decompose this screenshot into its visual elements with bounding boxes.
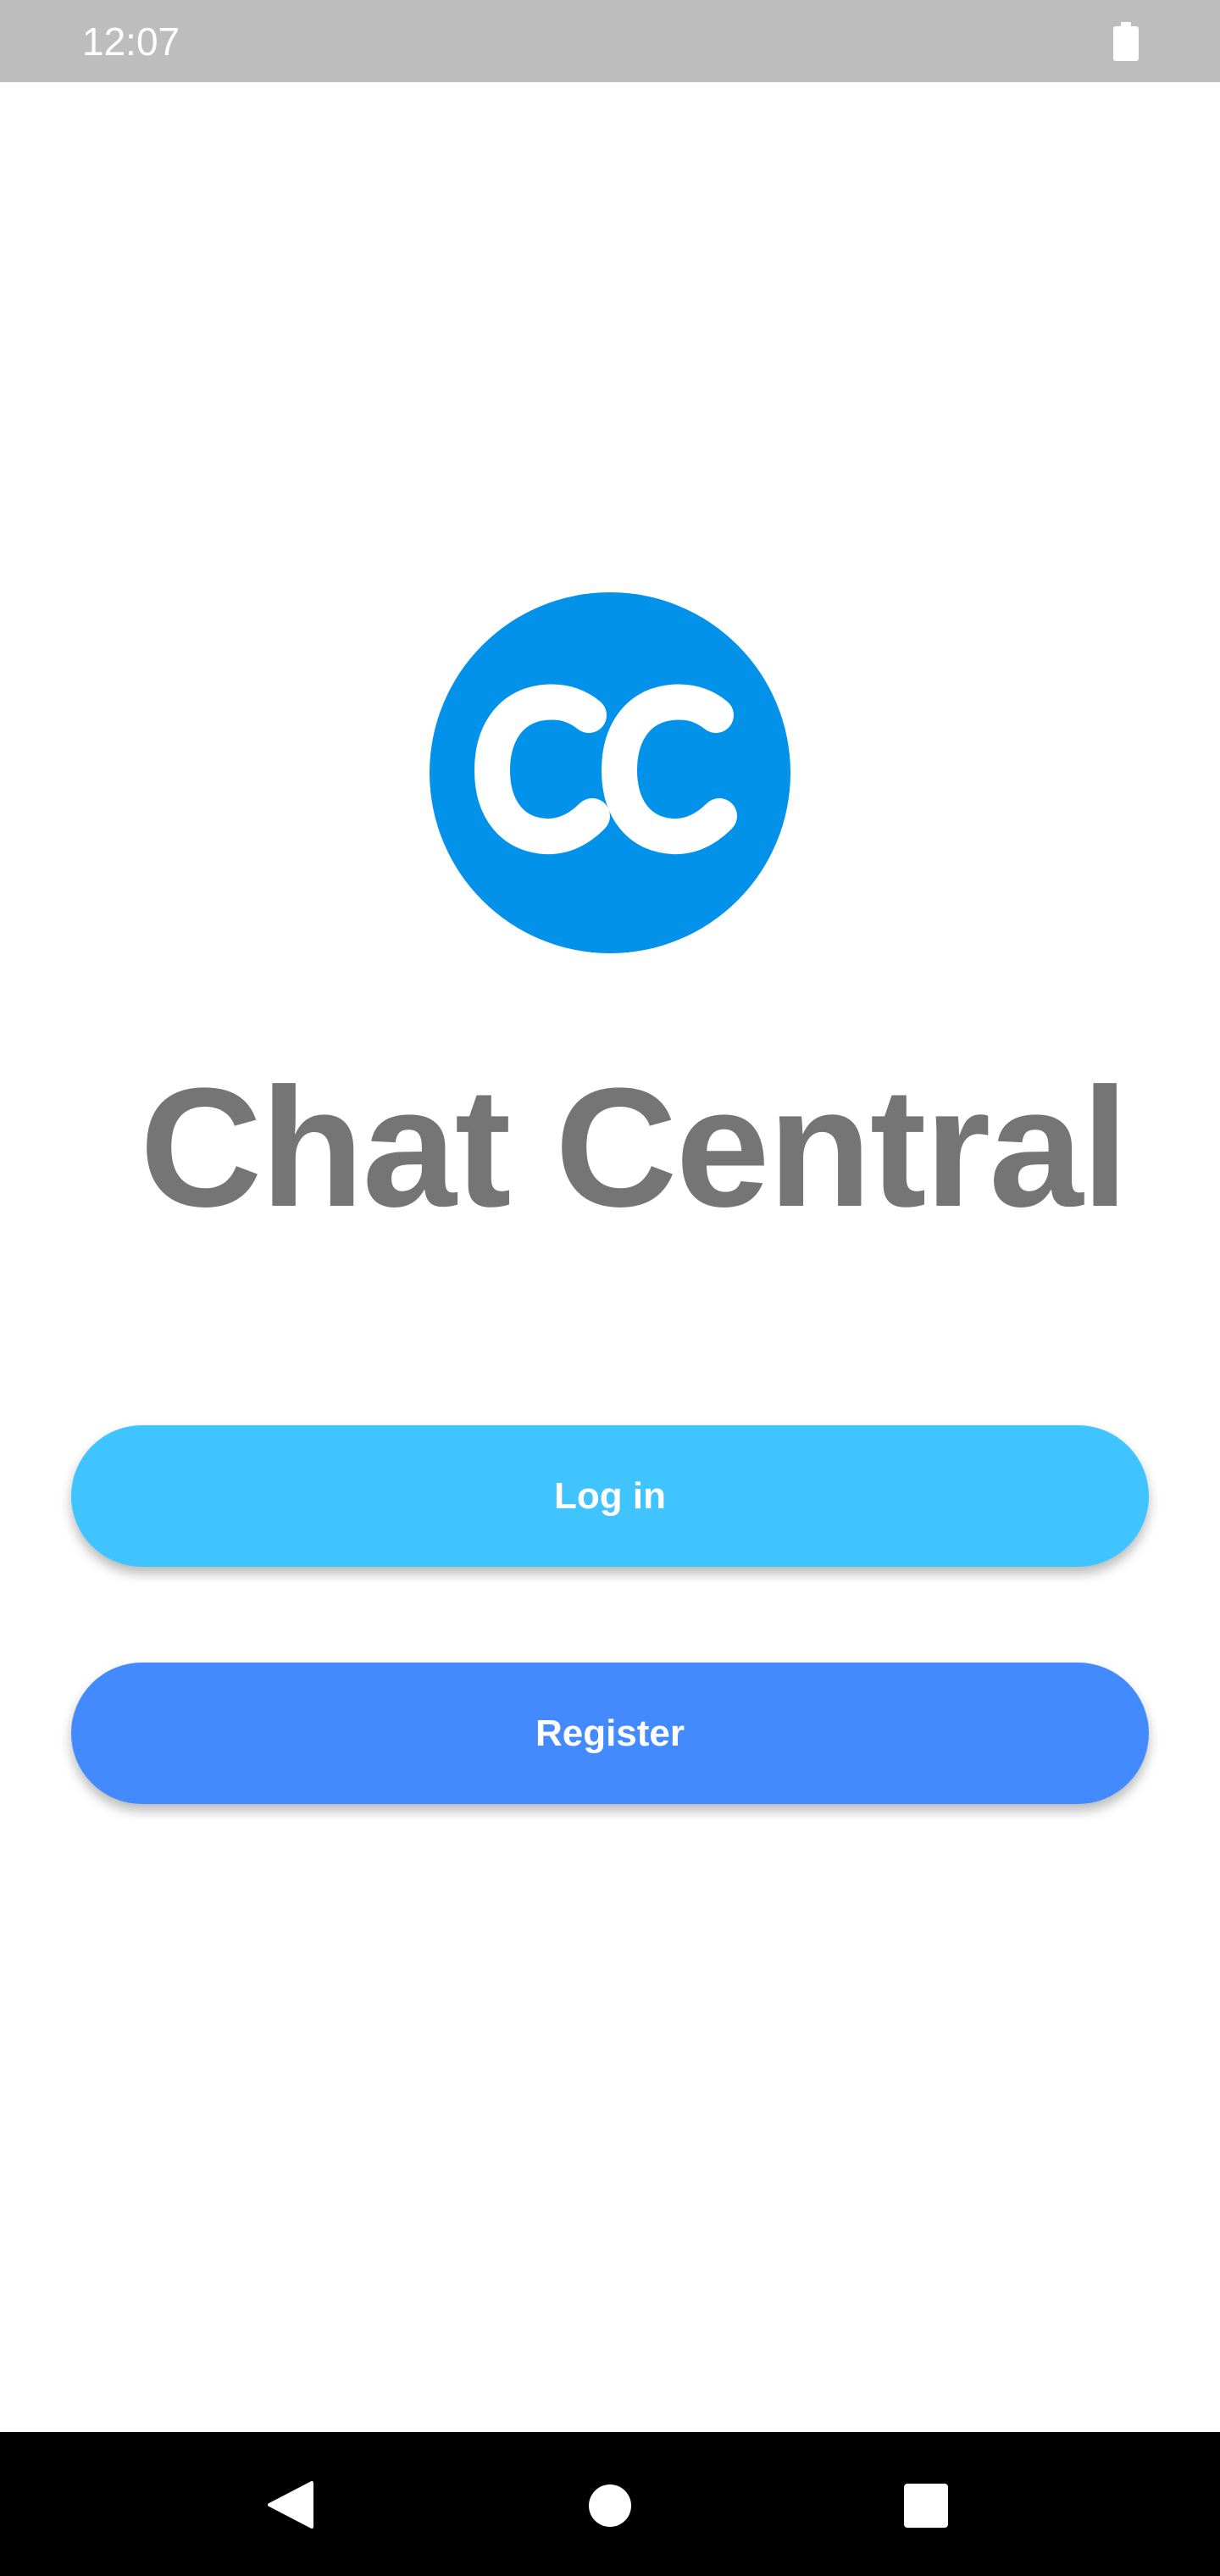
app-title: Chat Central xyxy=(140,1053,1128,1242)
app-logo xyxy=(430,592,790,953)
register-button[interactable]: Register xyxy=(71,1663,1149,1804)
recents-icon[interactable] xyxy=(903,2483,949,2533)
home-icon[interactable] xyxy=(588,2484,632,2532)
login-button-label: Log in xyxy=(554,1474,666,1517)
status-bar: 12:07 xyxy=(0,0,1220,82)
battery-icon xyxy=(1113,22,1139,61)
welcome-screen: 12:07 Chat Central Log in Register xyxy=(0,0,1220,2576)
register-button-label: Register xyxy=(535,1712,685,1754)
navigation-bar xyxy=(0,2432,1220,2576)
status-time: 12:07 xyxy=(82,19,180,64)
login-button[interactable]: Log in xyxy=(71,1425,1149,1567)
back-icon[interactable] xyxy=(268,2481,313,2533)
